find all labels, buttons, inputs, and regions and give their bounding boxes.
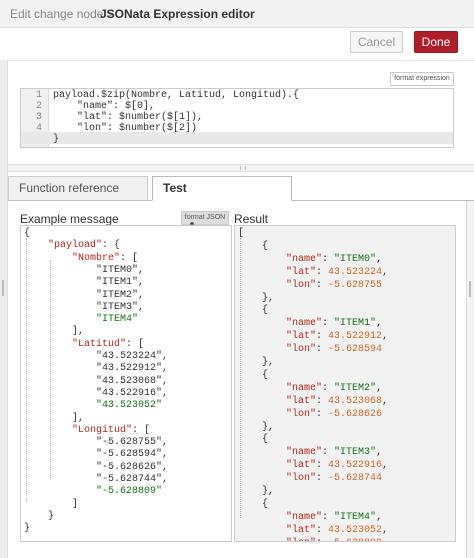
result-json-value: -5.628594 [328, 344, 383, 356]
example-json-line: "-5.628744", [24, 474, 169, 485]
example-json-line: "43.523224", [24, 351, 169, 362]
result-json-value: "ITEM2" [334, 382, 377, 394]
code-line: } [53, 134, 60, 145]
result-json-line: "lat": 43.523068, [286, 395, 389, 407]
result-json-line: "name": "ITEM3", [286, 447, 383, 459]
tab-function-reference[interactable]: Function reference [8, 176, 148, 200]
result-json-line: "lon": -5.628626 [286, 408, 383, 420]
example-json-line: "Nombre": [ [72, 252, 139, 264]
example-message-editor[interactable]: { "payload": { "Nombre": [ "ITEM0", "ITE… [20, 225, 232, 542]
code-line: "lon": $number($[2]) [53, 123, 198, 134]
result-json-bracket: { [238, 305, 269, 317]
example-json-line: "43.522912", [24, 363, 169, 375]
line-number: 3 [35, 112, 42, 123]
example-json-line: "payload": { [48, 240, 121, 252]
result-json-line: "lon": -5.628809 [238, 538, 382, 541]
cancel-button[interactable]: Cancel [350, 31, 403, 53]
example-json-line: "-5.628809" [96, 486, 163, 498]
result-json-value: 43.523224 [328, 266, 383, 278]
example-json-line: "Latitud": [ [72, 338, 145, 350]
example-json-line: "ITEM0", [24, 264, 145, 276]
result-json-line: "lat": 43.523052, [286, 524, 389, 536]
result-json-value: 43.523068 [328, 395, 383, 407]
result-json-value: "ITEM4" [334, 511, 377, 523]
result-json-value: 43.522912 [328, 331, 383, 343]
breadcrumb-current: JSONata Expression editor [100, 7, 255, 21]
result-label: Result [234, 212, 269, 226]
example-json-line: "43.523068", [24, 375, 169, 387]
example-json-line: ], [24, 412, 85, 424]
dialog-toolbar: Cancel Done [0, 28, 474, 60]
example-json-line: "43.523052" [96, 400, 163, 412]
tab-test[interactable]: Test [152, 176, 292, 201]
expression-editor[interactable]: 1 2 3 4 5 payload.$zip(Nombre, Latitud, … [20, 88, 454, 148]
example-json-line: "-5.628594", [24, 449, 169, 461]
example-json-line: "ITEM4" [96, 314, 139, 326]
result-json-value: -5.628755 [328, 279, 383, 291]
example-json-line: ], [24, 326, 85, 338]
result-json-bracket: }, [238, 421, 275, 433]
example-json-line: "-5.628755", [24, 437, 169, 449]
example-json-line: "ITEM2", [24, 289, 145, 301]
result-json-bracket: }, [238, 486, 275, 497]
result-json-line: "lon": -5.628744 [286, 473, 383, 485]
result-json-value: "ITEM0" [334, 253, 377, 265]
code-line: "name": $[0], [53, 101, 156, 112]
result-json-value: 43.522916 [328, 460, 383, 472]
result-json-value: 43.523052 [328, 524, 383, 536]
code-line: payload.$zip(Nombre, Latitud, Longitud).… [53, 90, 300, 101]
example-json-line: "ITEM3", [24, 301, 145, 313]
result-viewer: [ { "name": "ITEM0", "lat": 43.523224, "… [234, 225, 456, 542]
code-line: "lat": $number($[1]), [53, 112, 204, 123]
result-json-value: "ITEM1" [334, 318, 377, 330]
result-json-bracket: { [238, 240, 269, 252]
result-json-line: "name": "ITEM1", [286, 318, 383, 330]
breadcrumb-previous[interactable]: Edit change node > [10, 7, 114, 21]
editor-tabs: Function reference Test [8, 176, 474, 201]
line-number: 2 [35, 101, 42, 112]
result-json-line: "lat": 43.522912, [286, 331, 389, 343]
example-json-line: ] [24, 498, 79, 510]
example-message-label: Example message [20, 212, 119, 226]
result-json-line: "lat": 43.522916, [286, 460, 389, 472]
panel-resize-handle[interactable] [8, 164, 474, 172]
result-json-line: "lon": -5.628755 [286, 279, 383, 291]
result-json-value: "ITEM3" [334, 447, 377, 459]
left-resize-grip-icon[interactable] [2, 280, 4, 296]
result-json-bracket: }, [238, 357, 275, 368]
result-json-bracket: { [238, 434, 269, 446]
result-json-bracket: }, [238, 292, 275, 304]
example-json-line: } [24, 523, 31, 535]
line-number: 1 [35, 90, 42, 101]
result-json-line: "name": "ITEM0", [286, 253, 383, 265]
result-json-line: "name": "ITEM4", [286, 511, 383, 523]
example-json-line: "43.522916", [24, 387, 169, 399]
resize-grip-icon [240, 166, 246, 170]
result-json-line: "name": "ITEM2", [286, 382, 383, 394]
result-json-bracket: { [238, 498, 269, 510]
dialog-header: Edit change node > JSONata Expression ed… [0, 0, 474, 28]
example-json-line: "ITEM1", [24, 277, 145, 289]
example-json-line: "Longitud": [ [72, 424, 151, 436]
result-json-line: "lon": -5.628594 [286, 344, 383, 356]
result-json-value: -5.628809 [328, 538, 382, 541]
result-json-value: -5.628626 [328, 408, 383, 420]
example-json-line: "-5.628626", [24, 461, 169, 473]
format-expression-button[interactable]: format expression [390, 72, 454, 86]
result-json-value: -5.628744 [328, 473, 383, 485]
right-rail [466, 201, 474, 558]
example-json-line: } [24, 510, 55, 522]
result-json-line: "lat": 43.523224, [286, 266, 389, 278]
result-json-bracket: [ [238, 228, 245, 239]
done-button[interactable]: Done [414, 31, 458, 53]
example-json-line: { [24, 228, 31, 239]
result-json-bracket: { [238, 369, 269, 381]
right-resize-grip-icon[interactable] [469, 281, 471, 297]
